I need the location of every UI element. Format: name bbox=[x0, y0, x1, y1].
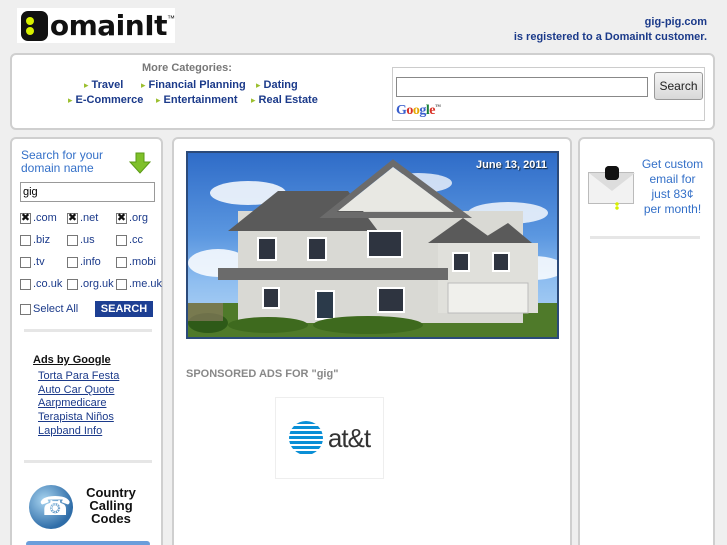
blue-banner-strip[interactable] bbox=[26, 541, 150, 545]
tld-org-uk-checkbox[interactable]: .org.uk bbox=[67, 278, 114, 290]
divider bbox=[24, 329, 152, 332]
arrow-down-icon bbox=[129, 152, 151, 174]
tld-mobi-checkbox[interactable]: .mobi bbox=[116, 256, 156, 268]
tld-info-checkbox[interactable]: .info bbox=[67, 256, 101, 268]
category-entertainment[interactable]: Entertainment bbox=[156, 94, 238, 106]
tld-net-checkbox[interactable]: ✖ .net bbox=[67, 212, 98, 224]
ad-link-terapista-ninos[interactable]: Terapista Niños bbox=[38, 411, 114, 423]
domain-search-panel: Search for your domain name ✖.com ✖.net … bbox=[10, 137, 163, 545]
ads-by-google-title: Ads by Google bbox=[33, 354, 111, 366]
checkbox-checked-icon[interactable]: ✖ bbox=[67, 212, 78, 224]
tld-org-checkbox[interactable]: ✖ .org bbox=[116, 212, 148, 224]
main-content-panel: June 13, 2011 SPONSORED ADS FOR "gig" at… bbox=[172, 137, 572, 545]
tld-cc-checkbox[interactable]: .cc bbox=[116, 234, 143, 246]
email-envelope-icon[interactable] bbox=[588, 166, 635, 210]
google-search-box: Search Google™ bbox=[392, 67, 705, 121]
registered-domain: gig-pig.com bbox=[644, 16, 707, 28]
ad-link-auto-car-quote[interactable]: Auto Car Quote bbox=[38, 384, 114, 396]
categories-panel: More Categories: Travel Financial Planni… bbox=[10, 53, 715, 130]
domainit-logo[interactable]: omainIt ™ bbox=[17, 8, 175, 43]
registered-text: is registered to a DomainIt customer. bbox=[513, 31, 707, 43]
category-dating[interactable]: Dating bbox=[256, 79, 298, 91]
categories-title: More Categories: bbox=[142, 62, 232, 74]
logo-mark-icon bbox=[21, 10, 48, 41]
category-real-estate[interactable]: Real Estate bbox=[251, 94, 318, 106]
tld-tv-checkbox[interactable]: .tv bbox=[20, 256, 45, 268]
ad-link-lapband-info[interactable]: Lapband Info bbox=[38, 425, 102, 437]
email-promo-panel: Get custom email for just 83¢ per month! bbox=[578, 137, 715, 545]
registration-notice: gig-pig.com is registered to a DomainIt … bbox=[514, 15, 707, 45]
tld-me-uk-checkbox[interactable]: .me.uk bbox=[116, 278, 162, 290]
google-logo: Google™ bbox=[396, 103, 441, 118]
checkbox-checked-icon[interactable]: ✖ bbox=[20, 212, 31, 224]
category-ecommerce[interactable]: E-Commerce bbox=[68, 94, 144, 106]
divider bbox=[590, 236, 700, 239]
email-promo-text[interactable]: Get custom email for just 83¢ per month! bbox=[635, 157, 710, 217]
ad-link-torta-para-festa[interactable]: Torta Para Festa bbox=[38, 370, 119, 382]
att-brand-text: at&t bbox=[327, 422, 371, 453]
domain-search-button[interactable]: SEARCH bbox=[95, 301, 153, 317]
country-calling-codes-link[interactable]: Country Calling Codes bbox=[76, 486, 146, 525]
photo-date: June 13, 2011 bbox=[476, 159, 547, 171]
phone-icon[interactable] bbox=[29, 485, 73, 529]
tld-us-checkbox[interactable]: .us bbox=[67, 234, 95, 246]
checkbox-checked-icon[interactable]: ✖ bbox=[116, 212, 127, 224]
domain-search-input[interactable] bbox=[20, 182, 155, 202]
google-search-input[interactable] bbox=[396, 77, 648, 97]
divider bbox=[24, 460, 152, 463]
sponsored-ads-heading: SPONSORED ADS FOR "gig" bbox=[186, 368, 339, 380]
tld-co-uk-checkbox[interactable]: .co.uk bbox=[20, 278, 62, 290]
category-travel[interactable]: Travel bbox=[84, 79, 124, 91]
att-sponsor-ad[interactable]: at&t bbox=[275, 397, 384, 479]
select-all-checkbox[interactable]: Select All bbox=[20, 303, 78, 315]
google-search-button[interactable]: Search bbox=[654, 72, 703, 100]
att-globe-icon bbox=[288, 421, 323, 455]
domain-search-title: Search for your domain name bbox=[21, 148, 104, 175]
tld-com-checkbox[interactable]: ✖ .com bbox=[20, 212, 57, 224]
ad-link-aarpmedicare[interactable]: Aarpmedicare bbox=[38, 397, 106, 409]
logo-text: omainIt bbox=[49, 8, 168, 42]
category-financial-planning[interactable]: Financial Planning bbox=[141, 79, 246, 91]
logo-trademark: ™ bbox=[167, 14, 175, 23]
house-illustration bbox=[188, 159, 557, 337]
tld-biz-checkbox[interactable]: .biz bbox=[20, 234, 50, 246]
house-photo: June 13, 2011 bbox=[186, 151, 559, 339]
